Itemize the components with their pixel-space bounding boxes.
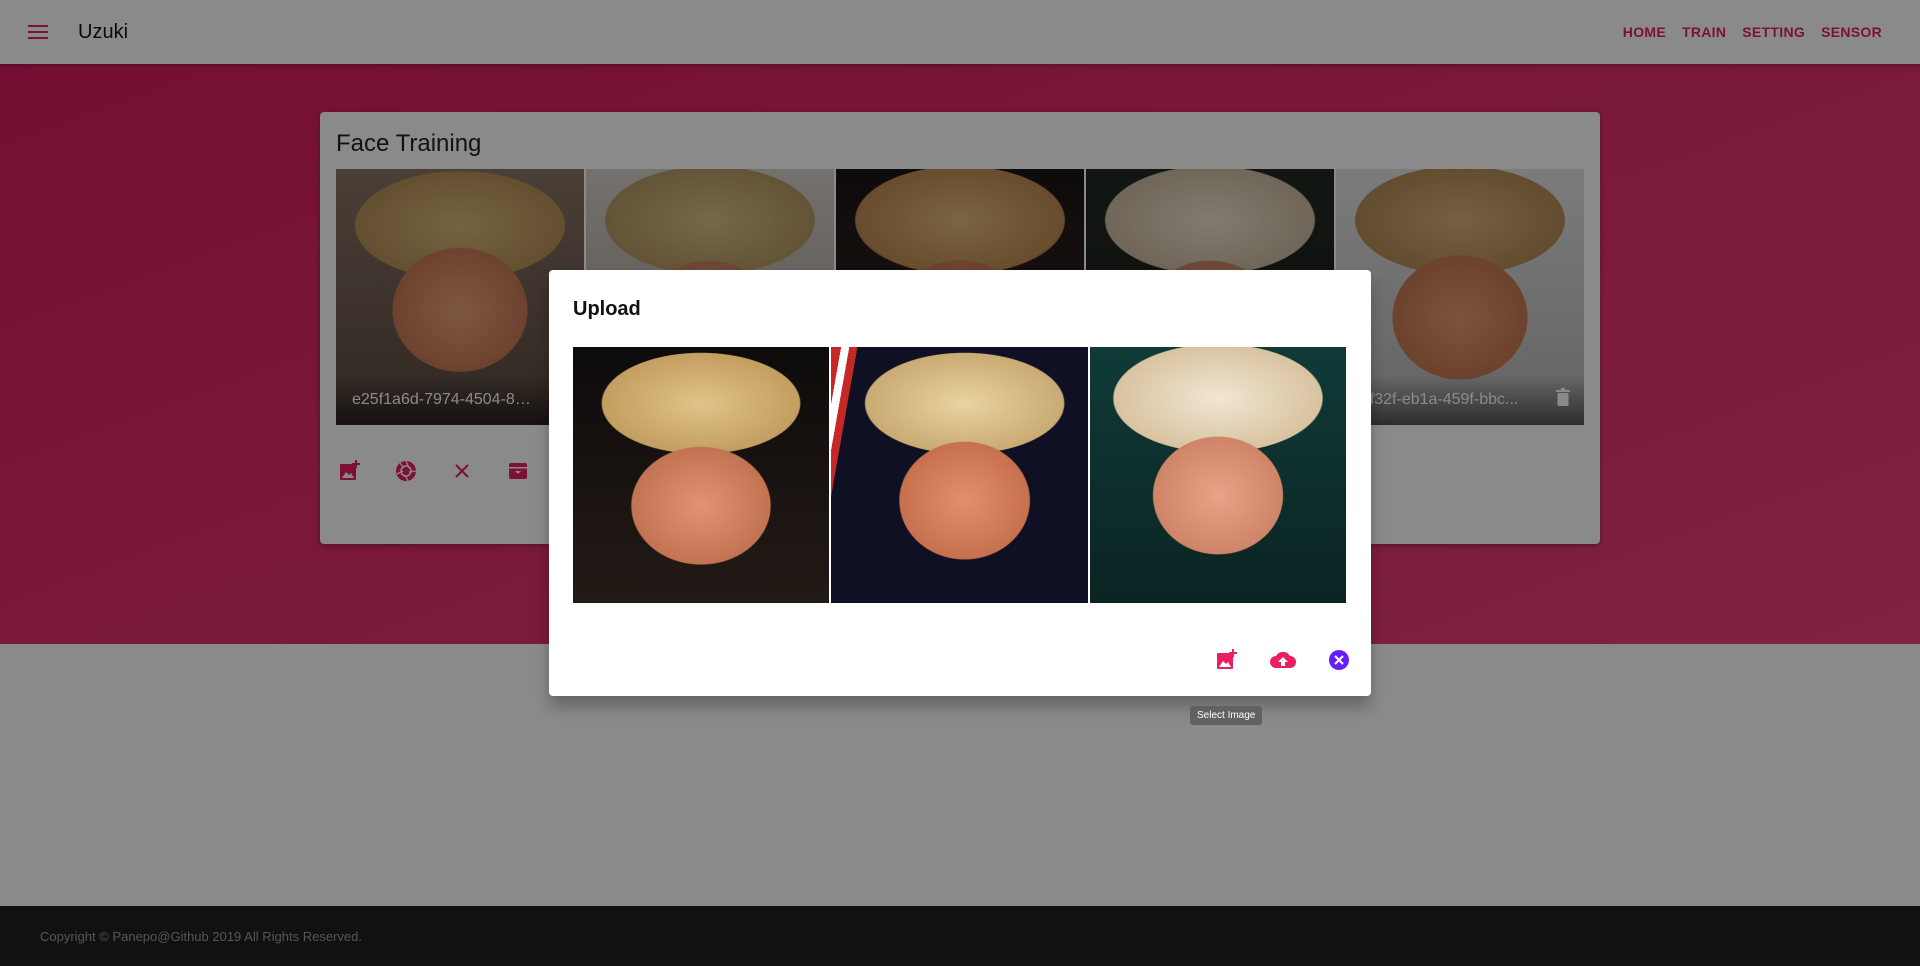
upload-preview-grid <box>573 347 1346 603</box>
tooltip: Select Image <box>1190 706 1263 725</box>
preview-image <box>573 347 830 603</box>
dialog-title: Upload <box>573 298 641 320</box>
close-dialog-button[interactable] <box>1325 646 1353 674</box>
select-image-button[interactable] <box>1213 646 1241 674</box>
preview-image <box>831 347 1088 603</box>
cloud-upload-button[interactable] <box>1269 646 1297 674</box>
upload-dialog: Upload <box>549 270 1371 696</box>
dialog-actions <box>1213 646 1353 674</box>
preview-image <box>1089 347 1346 603</box>
